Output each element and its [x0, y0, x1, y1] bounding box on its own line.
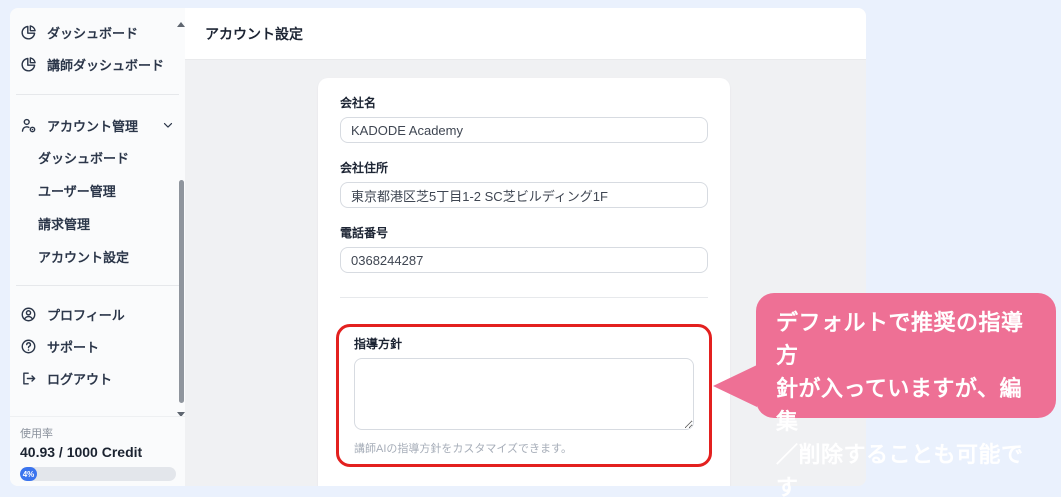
sidebar-item-account-management[interactable]: アカウント管理: [10, 109, 185, 141]
sidebar-item-label: 講師ダッシュボード: [47, 57, 165, 73]
sidebar-item-instructor-dashboard[interactable]: 講師ダッシュボード: [10, 48, 185, 80]
callout-arrow-left-icon: [713, 365, 757, 407]
sidebar-item-logout[interactable]: ログアウト: [10, 362, 185, 394]
sidebar-item-label: ダッシュボード: [47, 25, 139, 41]
screenshot-canvas: ダッシュボード 講師ダッシュボード アカウント管理 ダッシュボード ユーザー管理…: [0, 0, 1061, 497]
usage-credit-value: 40.93 / 1000 Credit: [20, 444, 143, 460]
account-settings-form-card: 会社名 会社住所 電話番号 指導方針 講師AIの指導方針をカスタマイズできます。: [318, 78, 730, 486]
sidebar-item-dashboard[interactable]: ダッシュボード: [10, 16, 185, 48]
scrollbar-up-arrow-icon[interactable]: [177, 22, 185, 27]
policy-helper-text: 講師AIの指導方針をカスタマイズできます。: [354, 443, 572, 455]
page-title: アカウント設定: [205, 25, 303, 42]
company-address-field-group: 会社住所: [340, 159, 708, 208]
usage-progress-bar: 4%: [20, 467, 176, 481]
sidebar-subitem-billing-management[interactable]: 請求管理: [10, 207, 185, 240]
sidebar-subitem-dashboard[interactable]: ダッシュボード: [10, 141, 185, 174]
sidebar-subitem-user-management[interactable]: ユーザー管理: [10, 174, 185, 207]
usage-progress-fill: 4%: [20, 467, 37, 481]
sidebar-item-label: ログアウト: [47, 371, 113, 387]
policy-highlight-annotation: 指導方針 講師AIの指導方針をカスタマイズできます。: [336, 324, 712, 467]
sidebar-subitem-label: アカウント設定: [38, 250, 130, 265]
pie-chart-icon: [20, 24, 37, 41]
company-name-field-group: 会社名: [340, 94, 708, 143]
sidebar-subitem-label: 請求管理: [38, 217, 91, 232]
company-name-label: 会社名: [340, 96, 377, 110]
sidebar-divider: [16, 285, 179, 286]
phone-field-group: 電話番号: [340, 224, 708, 273]
sidebar-scrollbar-thumb[interactable]: [179, 180, 184, 403]
policy-label: 指導方針: [354, 337, 403, 351]
sidebar-item-label: アカウント管理: [47, 118, 139, 134]
page-header: アカウント設定: [185, 8, 866, 60]
sidebar-item-label: プロフィール: [47, 307, 125, 323]
sidebar-item-support[interactable]: サポート: [10, 330, 185, 362]
question-circle-icon: [20, 338, 37, 355]
app-window: ダッシュボード 講師ダッシュボード アカウント管理 ダッシュボード ユーザー管理…: [10, 8, 866, 486]
sidebar-subitem-label: ダッシュボード: [38, 151, 130, 166]
user-gear-icon: [20, 117, 37, 134]
user-circle-icon: [20, 306, 37, 323]
phone-label: 電話番号: [340, 226, 389, 240]
company-name-input[interactable]: [340, 117, 708, 143]
company-address-input[interactable]: [340, 182, 708, 208]
form-divider: [340, 297, 708, 298]
usage-label: 使用率: [20, 428, 53, 440]
sidebar-item-profile[interactable]: プロフィール: [10, 298, 185, 330]
sidebar: ダッシュボード 講師ダッシュボード アカウント管理 ダッシュボード ユーザー管理…: [10, 8, 185, 486]
phone-input[interactable]: [340, 247, 708, 273]
sidebar-subitem-label: ユーザー管理: [38, 184, 116, 199]
chevron-down-icon: [161, 118, 175, 132]
sidebar-item-label: サポート: [47, 339, 100, 355]
sidebar-subitem-account-settings[interactable]: アカウント設定: [10, 240, 185, 273]
sidebar-divider: [16, 94, 179, 95]
callout-text: デフォルトで推奨の指導方 針が入っていますが、編集 ／削除することも可能です: [776, 310, 1024, 497]
company-address-label: 会社住所: [340, 161, 389, 175]
logout-icon: [20, 370, 37, 387]
pie-chart-icon: [20, 56, 37, 73]
policy-textarea[interactable]: [354, 358, 694, 430]
sidebar-nav: ダッシュボード 講師ダッシュボード アカウント管理 ダッシュボード ユーザー管理…: [10, 8, 185, 394]
annotation-callout-bubble: デフォルトで推奨の指導方 針が入っていますが、編集 ／削除することも可能です: [713, 293, 1056, 497]
usage-panel: 使用率 40.93 / 1000 Credit 4%: [10, 416, 185, 486]
